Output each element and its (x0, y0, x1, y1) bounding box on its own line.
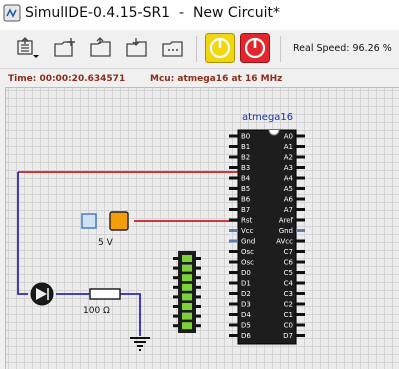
open-menu-icon[interactable] (14, 36, 40, 60)
mcu-pin-label: A3 (284, 164, 293, 172)
led-bar-segment (182, 303, 192, 310)
sim-time: Time: 00:00:20.634571 (8, 74, 126, 84)
mcu-pin-label: D6 (241, 332, 251, 340)
status-bar: Time: 00:00:20.634571 Mcu: atmega16 at 1… (6, 70, 399, 88)
mcu-pin-label: C3 (284, 290, 293, 298)
mcu-pin-label: D2 (241, 290, 251, 298)
led-bar-segment (182, 264, 192, 272)
app-icon (3, 4, 21, 22)
mcu-pin-label: B5 (241, 185, 250, 193)
mcu-pin-label: D1 (241, 280, 251, 288)
wire-ground[interactable] (120, 293, 141, 336)
led-bar-segment (182, 274, 192, 282)
mcu-pin-label: Gnd (279, 227, 293, 235)
led-diode[interactable] (30, 282, 54, 306)
mcu-pin-label: A7 (284, 206, 293, 214)
real-speed-label: Real Speed: 96.26 % (293, 43, 392, 54)
led-bar-segment (182, 322, 192, 330)
mcu-pin-label: Rst (241, 217, 253, 225)
circuit-svg[interactable]: 100 Ω 5 V B0 B1 B2 B3 B4 B5 B6 B7 Rst Vcc Gnd Osc Os… (6, 88, 399, 369)
led-bar-graph[interactable] (173, 251, 201, 333)
mcu-pin-label: B6 (241, 196, 251, 204)
mcu-pin-label: C7 (284, 248, 293, 256)
stop-button[interactable] (240, 33, 270, 63)
mcu-name: atmega16 (242, 112, 293, 123)
open-icon[interactable] (88, 36, 114, 60)
mcu-pin-label: B3 (241, 164, 250, 172)
circuit-canvas[interactable]: 100 Ω 5 V B0 B1 B2 B3 B4 B5 B6 B7 Rst Vcc Gnd Osc Os… (6, 88, 399, 369)
resistor-label: 100 Ω (83, 306, 110, 316)
switch-toggle[interactable] (81, 213, 97, 229)
led-bar-segment (182, 312, 192, 320)
power-button[interactable] (205, 33, 235, 63)
mcu-pin-label: D4 (241, 311, 251, 319)
ground-symbol (130, 337, 150, 351)
save-icon[interactable] (124, 36, 150, 60)
mcu-pin-label: C4 (284, 280, 294, 288)
mcu-pin-label: A1 (284, 143, 293, 151)
wire-led[interactable] (17, 172, 28, 295)
mcu-pin-label: B7 (241, 206, 250, 214)
window-title: SimulIDE-0.4.15-SR1 - New Circuit* (25, 5, 280, 21)
mcu-pin-label: C6 (284, 259, 294, 267)
led-bar-segment (182, 293, 192, 301)
title-bar: SimulIDE-0.4.15-SR1 - New Circuit* (0, 0, 399, 30)
mcu-info: Mcu: atmega16 at 16 MHz (150, 74, 283, 84)
mcu-pin-label: A0 (284, 133, 293, 141)
mcu-pin-label: B2 (241, 154, 250, 162)
mcu-pin-label: C2 (284, 301, 293, 309)
mcu-pin-label: D7 (283, 332, 293, 340)
mcu-pin-label: Vcc (241, 227, 254, 235)
mcu-pin-label: Osc (241, 259, 254, 267)
mcu-pin-label: C5 (284, 269, 293, 277)
mcu-pin-label: D5 (241, 322, 251, 330)
mcu-pin-label: C1 (284, 311, 293, 319)
mcu-pin-label: B1 (241, 143, 250, 151)
toolbar-separator (196, 36, 197, 62)
mcu-pin-label: A5 (284, 185, 293, 193)
mcu-pin-label: A4 (284, 175, 294, 183)
mcu-pin-label: AVcc (276, 238, 293, 246)
mcu-pin-label: A6 (284, 196, 294, 204)
mcu-pin-label: D3 (241, 301, 251, 309)
toolbar-separator-2 (280, 36, 281, 62)
voltage-source[interactable] (109, 211, 129, 231)
resistor[interactable] (89, 288, 121, 300)
led-bar-segment (182, 283, 192, 291)
voltage-label: 5 V (98, 238, 114, 248)
mcu-chip[interactable]: B0 B1 B2 B3 B4 B5 B6 B7 Rst Vcc Gnd Osc Osc D0 D1 D2 D3 D… (229, 129, 305, 345)
mcu-pin-label: A2 (284, 154, 293, 162)
new-circuit-icon[interactable] (52, 36, 78, 60)
mcu-pin-label: Aref (279, 217, 294, 225)
mcu-pin-label: B4 (241, 175, 251, 183)
mcu-pin-label: Osc (241, 248, 254, 256)
save-as-icon[interactable] (160, 36, 186, 60)
toolbar: Real Speed: 96.26 % (0, 30, 399, 69)
mcu-pin-label: Gnd (241, 238, 255, 246)
mcu-pin-label: B0 (241, 133, 250, 141)
mcu-pin-label: D0 (241, 269, 251, 277)
mcu-pin-label: C0 (284, 322, 293, 330)
led-bar-segment (182, 255, 192, 262)
